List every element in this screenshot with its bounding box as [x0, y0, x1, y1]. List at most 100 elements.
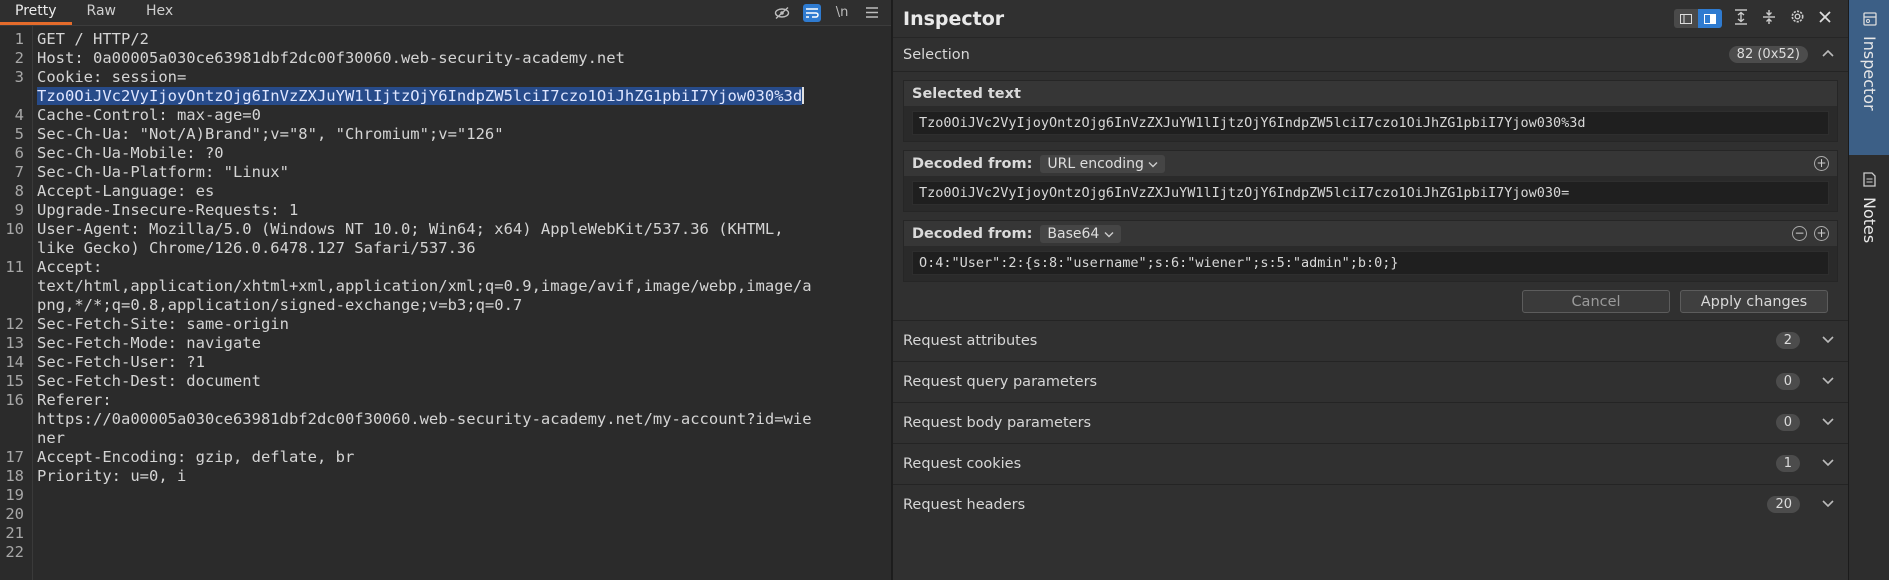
- code-line: png,*/*;q=0.8,application/signed-exchang…: [0, 296, 892, 315]
- layout-list-icon[interactable]: [1674, 9, 1698, 28]
- line-number: 9: [14, 201, 24, 219]
- tab-pretty[interactable]: Pretty: [0, 0, 72, 25]
- section-request-body-parameters[interactable]: Request body parameters 0: [893, 402, 1848, 443]
- line-text[interactable]: [28, 505, 888, 524]
- section-count-badge: 20: [1767, 496, 1800, 513]
- close-icon[interactable]: [1816, 10, 1834, 28]
- side-tab-inspector-label: Inspector: [1860, 36, 1879, 111]
- section-count-badge: 2: [1775, 332, 1800, 349]
- wrap-lines-icon[interactable]: [803, 3, 821, 22]
- line-text[interactable]: Upgrade-Insecure-Requests: 1: [28, 201, 888, 220]
- line-text[interactable]: [28, 524, 888, 543]
- section-request-attributes[interactable]: Request attributes 2: [893, 320, 1848, 361]
- settings-icon[interactable]: [1788, 8, 1806, 29]
- line-text[interactable]: Accept-Language: es: [28, 182, 888, 201]
- request-text-area[interactable]: 1 GET / HTTP/2 2 Host: 0a00005a030ce63981db…: [0, 30, 892, 562]
- line-text[interactable]: Cache-Control: max-age=0: [28, 106, 888, 125]
- inspector-header: Inspector: [893, 0, 1848, 38]
- layout-split-icon[interactable]: [1698, 9, 1722, 28]
- url-decoded-value[interactable]: Tzo0OiJVc2VyIjoyOntzOjg6InVzZXJuYW1lIjtz…: [912, 181, 1829, 205]
- url-decode-card: Decoded from: URL encoding + Tzo0OiJVc2V…: [903, 150, 1838, 212]
- chevron-down-icon[interactable]: [1822, 455, 1834, 471]
- line-text[interactable]: Sec-Fetch-Dest: document: [28, 372, 888, 391]
- add-decoding-icon[interactable]: +: [1814, 156, 1829, 171]
- menu-icon[interactable]: [863, 4, 881, 22]
- selected-text-value[interactable]: Tzo0OiJVc2VyIjoyOntzOjg6InVzZXJuYW1lIjtz…: [912, 111, 1829, 135]
- line-text[interactable]: https://0a00005a030ce63981dbf2dc00f30060…: [28, 410, 888, 429]
- selected-text-highlight[interactable]: Tzo0OiJVc2VyIjoyOntzOjg6InVzZXJuYW1lIjtz…: [37, 87, 803, 105]
- chevron-up-icon[interactable]: [1822, 45, 1834, 61]
- hide-nonprinting-icon[interactable]: [773, 4, 791, 22]
- line-text[interactable]: GET / HTTP/2: [28, 30, 888, 49]
- message-editor[interactable]: Pretty Raw Hex \n 1 GET / HTTP/2 2 Host: 0a…: [0, 0, 892, 580]
- line-text[interactable]: Accept-Encoding: gzip, deflate, br: [28, 448, 888, 467]
- code-line: 2 Host: 0a00005a030ce63981dbf2dc00f30060.…: [0, 49, 892, 68]
- section-label: Request query parameters: [903, 374, 1098, 390]
- cancel-button[interactable]: Cancel: [1522, 290, 1670, 313]
- apply-changes-button[interactable]: Apply changes: [1680, 290, 1828, 313]
- tab-hex[interactable]: Hex: [131, 0, 188, 25]
- decoding-type-dropdown[interactable]: URL encoding: [1040, 154, 1166, 173]
- selected-text-label: Selected text: [904, 81, 1837, 106]
- chevron-down-icon[interactable]: [1822, 496, 1834, 512]
- line-text[interactable]: Sec-Ch-Ua: "Not/A)Brand";v="8", "Chromiu…: [28, 125, 888, 144]
- code-line: 21: [0, 524, 892, 543]
- selection-section-header[interactable]: Selection 82 (0x52): [893, 38, 1848, 72]
- text-caret: [802, 87, 805, 104]
- chevron-down-icon[interactable]: [1822, 332, 1834, 348]
- line-text[interactable]: png,*/*;q=0.8,application/signed-exchang…: [28, 296, 888, 315]
- code-line: 22: [0, 543, 892, 562]
- line-number: 5: [14, 125, 24, 143]
- line-text[interactable]: Sec-Fetch-Site: same-origin: [28, 315, 888, 334]
- collapse-all-icon[interactable]: [1760, 9, 1778, 29]
- line-text[interactable]: Cookie: session=: [28, 68, 888, 87]
- section-label: Request cookies: [903, 456, 1022, 472]
- chevron-down-icon[interactable]: [1822, 414, 1834, 430]
- section-request-query-parameters[interactable]: Request query parameters 0: [893, 361, 1848, 402]
- inspector-title: Inspector: [903, 7, 1005, 30]
- code-line: 5 Sec-Ch-Ua: "Not/A)Brand";v="8", "Chromi…: [0, 125, 892, 144]
- remove-decoding-icon[interactable]: −: [1792, 226, 1807, 241]
- line-number: 22: [5, 543, 24, 561]
- line-text[interactable]: like Gecko) Chrome/126.0.6478.127 Safari…: [28, 239, 888, 258]
- selected-text-card: Selected text Tzo0OiJVc2VyIjoyOntzOjg6In…: [903, 80, 1838, 142]
- newline-icon[interactable]: \n: [833, 4, 851, 22]
- section-count-badge: 1: [1775, 455, 1800, 472]
- line-text[interactable]: text/html,application/xhtml+xml,applicat…: [28, 277, 888, 296]
- code-line: 17 Accept-Encoding: gzip, deflate, br: [0, 448, 892, 467]
- tab-raw[interactable]: Raw: [72, 0, 131, 25]
- chevron-down-icon[interactable]: [1822, 373, 1834, 389]
- side-tab-inspector[interactable]: Inspector: [1849, 0, 1889, 155]
- line-text[interactable]: Tzo0OiJVc2VyIjoyOntzOjg6InVzZXJuYW1lIjtz…: [28, 87, 888, 106]
- side-tab-notes-label: Notes: [1860, 197, 1879, 244]
- line-text[interactable]: ner: [28, 429, 888, 448]
- line-text[interactable]: Sec-Fetch-User: ?1: [28, 353, 888, 372]
- expand-all-icon[interactable]: [1732, 8, 1750, 29]
- line-text[interactable]: Referer:: [28, 391, 888, 410]
- decoding-type-dropdown[interactable]: Base64: [1040, 224, 1121, 243]
- code-line: 19: [0, 486, 892, 505]
- line-number: [0, 87, 28, 106]
- line-text[interactable]: [28, 543, 888, 562]
- base64-decode-header: Decoded from: Base64 − +: [904, 221, 1837, 246]
- section-request-cookies[interactable]: Request cookies 1: [893, 443, 1848, 484]
- line-text[interactable]: Sec-Fetch-Mode: navigate: [28, 334, 888, 353]
- line-number: 12: [5, 315, 24, 333]
- selection-actions: Cancel Apply changes: [903, 282, 1838, 320]
- line-number: 6: [14, 144, 24, 162]
- side-tab-notes[interactable]: Notes: [1849, 160, 1889, 270]
- decoding-type-value: URL encoding: [1047, 155, 1144, 172]
- line-text[interactable]: Priority: u=0, i: [28, 467, 888, 486]
- add-decoding-icon[interactable]: +: [1814, 226, 1829, 241]
- code-line: 8 Accept-Language: es: [0, 182, 892, 201]
- code-line: 13 Sec-Fetch-Mode: navigate: [0, 334, 892, 353]
- line-text[interactable]: Sec-Ch-Ua-Platform: "Linux": [28, 163, 888, 182]
- base64-decoded-value[interactable]: O:4:"User":2:{s:8:"username";s:6:"wiener…: [912, 251, 1829, 275]
- line-text[interactable]: Host: 0a00005a030ce63981dbf2dc00f30060.w…: [28, 49, 888, 68]
- line-number: 18: [5, 467, 24, 485]
- line-text[interactable]: Accept:: [28, 258, 888, 277]
- section-request-headers[interactable]: Request headers 20: [893, 484, 1848, 525]
- line-text[interactable]: Sec-Ch-Ua-Mobile: ?0: [28, 144, 888, 163]
- line-text[interactable]: User-Agent: Mozilla/5.0 (Windows NT 10.0…: [28, 220, 888, 239]
- line-text[interactable]: [28, 486, 888, 505]
